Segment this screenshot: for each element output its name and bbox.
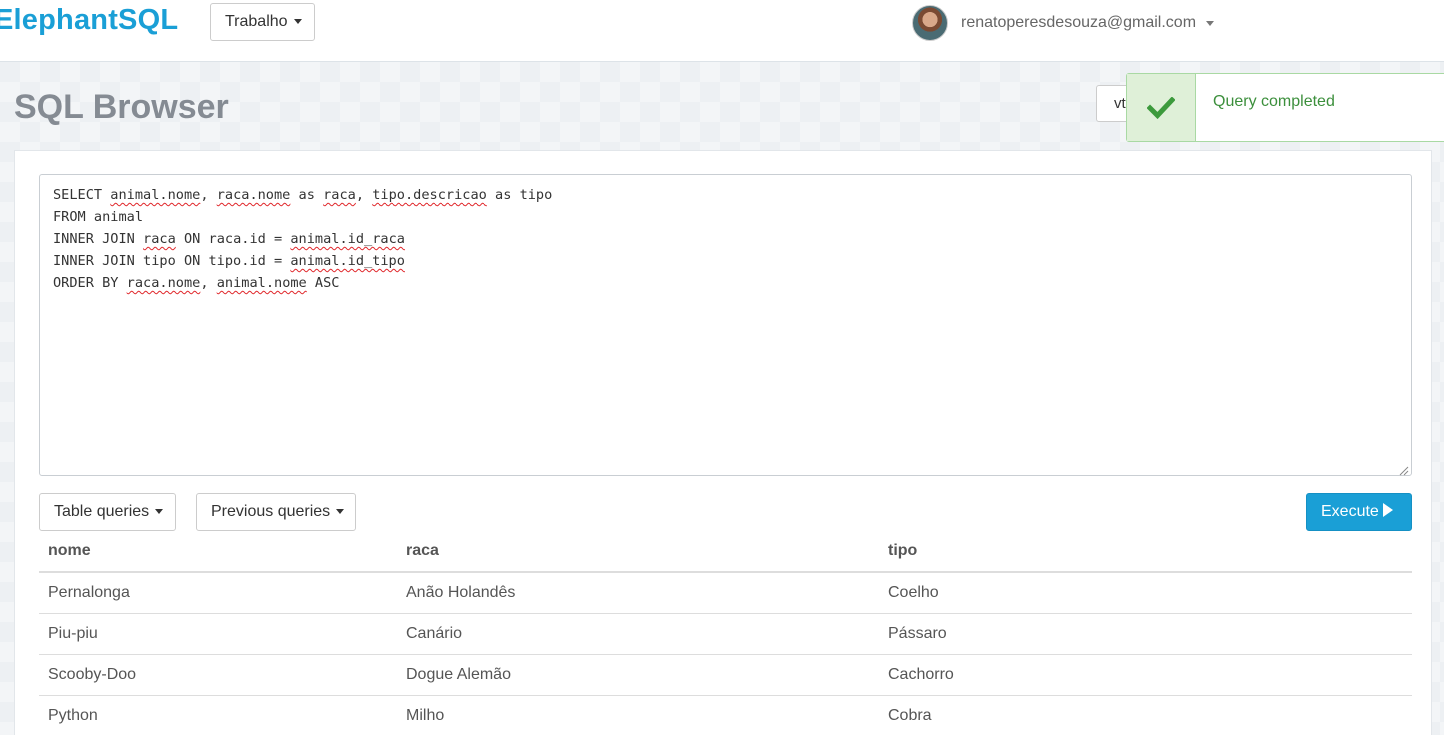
avatar <box>912 5 948 41</box>
table-cell: Dogue Alemão <box>397 654 879 696</box>
table-row: Pernalonga Anão Holandês Coelho <box>39 572 1412 614</box>
sql-line: INNER JOIN raca ON raca.id = animal.id_r… <box>53 231 405 247</box>
table-cell: Pernalonga <box>39 572 397 614</box>
table-cell: Scooby-Doo <box>39 654 397 696</box>
table-cell: Coelho <box>879 572 1412 614</box>
table-cell: Anão Holandês <box>397 572 879 614</box>
user-email: renatoperesdesouza@gmail.com <box>961 14 1197 31</box>
table-cell: Python <box>39 695 397 735</box>
table-row: Python Milho Cobra <box>39 695 1412 735</box>
team-dropdown-label: Trabalho <box>225 13 288 30</box>
sql-line: ORDER BY raca.nome, animal.nome ASC <box>53 275 340 291</box>
sql-line: FROM animal <box>53 209 144 225</box>
sql-line: INNER JOIN tipo ON tipo.id = animal.id_t… <box>53 253 405 269</box>
resize-handle-icon[interactable] <box>1397 461 1409 476</box>
chevron-down-icon <box>155 509 164 515</box>
previous-queries-label: Previous queries <box>211 503 331 520</box>
chevron-down-icon <box>336 509 345 515</box>
table-cell: Piu-piu <box>39 613 397 655</box>
table-cell: Cobra <box>879 695 1412 735</box>
sql-editor[interactable]: SELECT animal.nome, raca.nome as raca, t… <box>39 174 1412 476</box>
table-cell: Canário <box>397 613 879 655</box>
chevron-down-icon <box>293 19 302 25</box>
table-cell: Pássaro <box>879 613 1412 655</box>
toast-message: Query completed <box>1213 93 1335 110</box>
table-queries-button[interactable]: Table queries <box>39 493 176 531</box>
brand-logo[interactable]: ElephantSQL <box>0 4 178 37</box>
table-cell: Milho <box>397 695 879 735</box>
page-title: SQL Browser <box>14 88 229 126</box>
column-header: nome <box>39 531 397 573</box>
execute-button[interactable]: Execute <box>1306 493 1412 531</box>
toast-icon-area <box>1127 74 1196 141</box>
play-icon <box>1382 503 1393 517</box>
user-menu[interactable]: renatoperesdesouza@gmail.com <box>912 4 1215 42</box>
results-table: nome raca tipo Pernalonga Anão Holandês … <box>39 531 1412 735</box>
team-dropdown[interactable]: Trabalho <box>210 3 315 41</box>
table-row: Scooby-Doo Dogue Alemão Cachorro <box>39 654 1412 696</box>
column-header: raca <box>397 531 879 573</box>
check-icon <box>1147 96 1175 119</box>
previous-queries-button[interactable]: Previous queries <box>196 493 356 531</box>
execute-label: Execute <box>1321 503 1379 520</box>
sql-browser-card: SELECT animal.nome, raca.nome as raca, t… <box>14 150 1432 735</box>
chevron-down-icon <box>1206 20 1215 26</box>
column-header: tipo <box>879 531 1412 573</box>
table-header-row: nome raca tipo <box>39 531 1412 573</box>
sql-line: SELECT animal.nome, raca.nome as raca, t… <box>53 187 553 203</box>
top-navbar: ElephantSQL Trabalho renatoperesdesouza@… <box>0 0 1444 62</box>
toast-notification: Query completed <box>1126 73 1444 142</box>
table-cell: Cachorro <box>879 654 1412 696</box>
table-queries-label: Table queries <box>54 503 150 520</box>
table-row: Piu-piu Canário Pássaro <box>39 613 1412 655</box>
